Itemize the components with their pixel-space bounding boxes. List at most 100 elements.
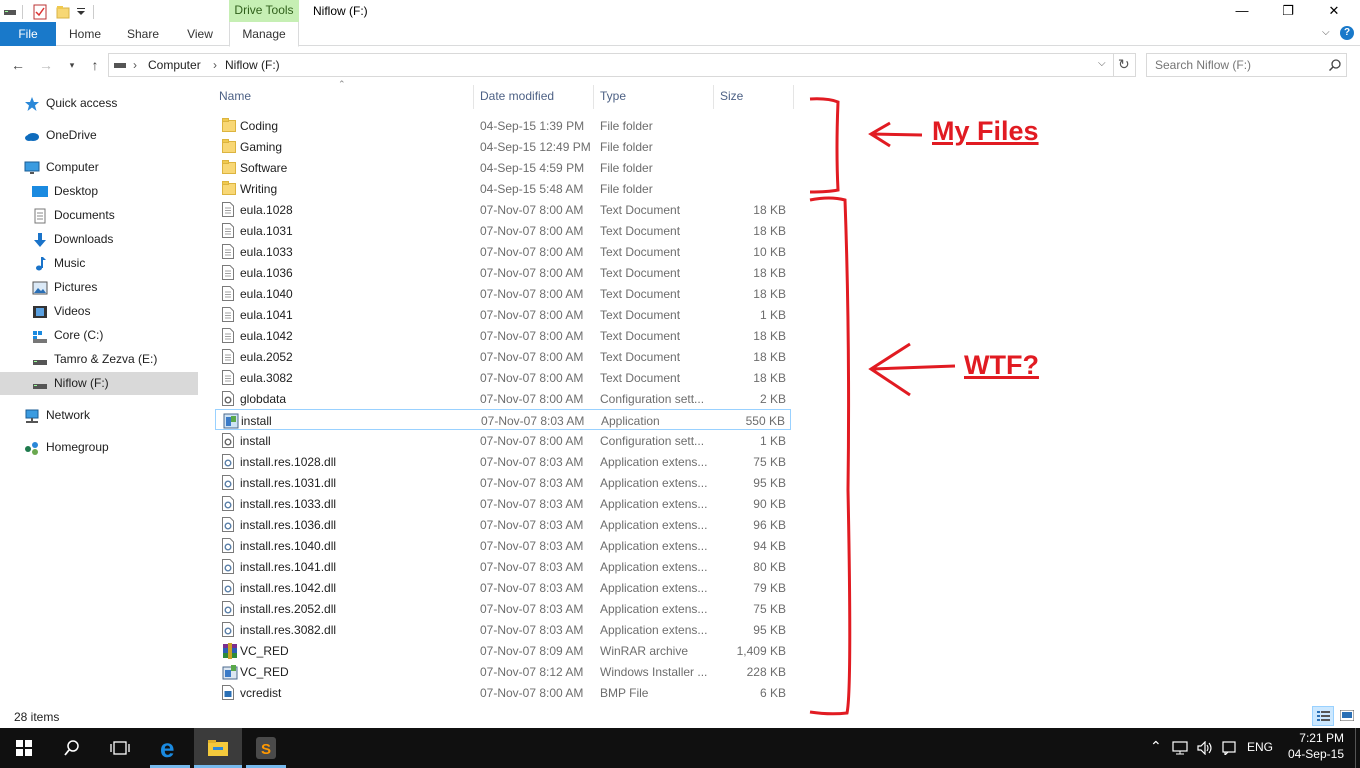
taskbar: e S ⌃ ENG 7:21 PM 04-Sep-15	[0, 728, 1360, 768]
nav-item-homegroup[interactable]: Homegroup	[24, 436, 109, 459]
nav-item-music[interactable]: Music	[32, 252, 85, 275]
recent-locations-button[interactable]: ▾	[62, 55, 82, 75]
ribbon-expand-chevron-icon[interactable]: ⌵	[1322, 27, 1330, 38]
search-button[interactable]	[48, 728, 96, 768]
file-row[interactable]: install.res.1040.dll 07-Nov-07 8:03 AM App…	[215, 535, 791, 556]
breadcrumb-niflow[interactable]: Niflow (F:)	[225, 58, 280, 72]
nav-item-computer[interactable]: Computer	[24, 156, 99, 179]
breadcrumb-separator-icon[interactable]: ›	[133, 58, 137, 72]
file-row[interactable]: Software 04-Sep-15 4:59 PM File folder	[215, 157, 791, 178]
file-row[interactable]: install.res.1033.dll 07-Nov-07 8:03 AM App…	[215, 493, 791, 514]
input-language[interactable]: ENG	[1247, 740, 1273, 754]
clock[interactable]: 7:21 PM 04-Sep-15	[1280, 731, 1344, 761]
column-header-name[interactable]: Name	[219, 89, 251, 105]
network-tray-icon[interactable]	[1172, 741, 1190, 755]
tab-manage[interactable]: Manage	[229, 22, 299, 47]
file-date-modified: 04-Sep-15 4:59 PM	[480, 161, 585, 175]
nav-item-core-c[interactable]: Core (C:)	[32, 324, 103, 347]
nav-item-quick-access[interactable]: Quick access	[24, 92, 117, 115]
file-row[interactable]: eula.1028 07-Nov-07 8:00 AM Text Document 1…	[215, 199, 791, 220]
show-desktop-button[interactable]	[1355, 728, 1360, 768]
search-icon[interactable]	[1329, 59, 1341, 71]
breadcrumb-separator-icon[interactable]: ›	[213, 58, 217, 72]
file-row[interactable]: eula.3082 07-Nov-07 8:00 AM Text Document 1…	[215, 367, 791, 388]
file-row[interactable]: globdata 07-Nov-07 8:00 AM Configuration s…	[215, 388, 791, 409]
forward-button[interactable]: →	[36, 55, 56, 75]
new-folder-icon[interactable]	[56, 3, 70, 21]
edge-taskbar-button[interactable]: e	[146, 728, 194, 768]
action-center-icon[interactable]	[1222, 741, 1236, 755]
nav-item-network[interactable]: Network	[24, 404, 90, 427]
nav-item-pictures[interactable]: Pictures	[32, 276, 97, 299]
file-row[interactable]: Writing 04-Sep-15 5:48 AM File folder	[215, 178, 791, 199]
file-row[interactable]: VC_RED 07-Nov-07 8:09 AM WinRAR archive 1,4…	[215, 640, 791, 661]
back-button[interactable]: ←	[8, 55, 28, 75]
start-button[interactable]	[0, 728, 48, 768]
file-row[interactable]: eula.1040 07-Nov-07 8:00 AM Text Document 1…	[215, 283, 791, 304]
file-row[interactable]: install 07-Nov-07 8:03 AM Application 550 K…	[215, 409, 791, 430]
task-view-button[interactable]	[96, 728, 144, 768]
file-row[interactable]: install.res.3082.dll 07-Nov-07 8:03 AM App…	[215, 619, 791, 640]
search-input[interactable]	[1155, 58, 1325, 72]
address-bar[interactable]: › Computer › Niflow (F:) ⌵ ↻	[108, 53, 1136, 77]
file-row[interactable]: VC_RED 07-Nov-07 8:12 AM Windows Installer…	[215, 661, 791, 682]
sublime-taskbar-button[interactable]: S	[242, 728, 290, 768]
minimize-button[interactable]: —	[1219, 0, 1265, 24]
address-dropdown-icon[interactable]: ⌵	[1098, 58, 1106, 69]
file-date-modified: 07-Nov-07 8:03 AM	[481, 414, 585, 428]
nav-item-tamro-zezva-e[interactable]: Tamro & Zezva (E:)	[32, 348, 157, 371]
file-row[interactable]: install.res.1031.dll 07-Nov-07 8:03 AM App…	[215, 472, 791, 493]
file-row[interactable]: eula.1042 07-Nov-07 8:00 AM Text Document 1…	[215, 325, 791, 346]
file-row[interactable]: install.res.1042.dll 07-Nov-07 8:03 AM App…	[215, 577, 791, 598]
volume-icon[interactable]	[1197, 741, 1215, 755]
column-header-date-modified[interactable]: Date modified	[480, 89, 554, 105]
large-icons-view-button[interactable]	[1337, 706, 1357, 726]
nav-item-desktop[interactable]: Desktop	[32, 180, 98, 203]
column-divider[interactable]	[593, 85, 594, 109]
details-view-button[interactable]	[1312, 706, 1334, 726]
file-row[interactable]: install.res.1036.dll 07-Nov-07 8:03 AM App…	[215, 514, 791, 535]
show-hidden-icons-chevron-icon[interactable]: ⌃	[1150, 738, 1162, 755]
nav-item-documents[interactable]: Documents	[32, 204, 115, 227]
file-row[interactable]: install 07-Nov-07 8:00 AM Configuration se…	[215, 430, 791, 451]
column-header-type[interactable]: Type	[600, 89, 626, 105]
file-row[interactable]: install.res.2052.dll 07-Nov-07 8:03 AM App…	[215, 598, 791, 619]
file-type: File folder	[600, 140, 653, 154]
file-row[interactable]: eula.1031 07-Nov-07 8:00 AM Text Document 1…	[215, 220, 791, 241]
file-size: 80 KB	[753, 560, 786, 574]
tab-home[interactable]: Home	[62, 22, 108, 46]
qat-dropdown-icon[interactable]	[76, 3, 86, 21]
file-size: 18 KB	[753, 203, 786, 217]
file-row[interactable]: install.res.1041.dll 07-Nov-07 8:03 AM App…	[215, 556, 791, 577]
tab-view[interactable]: View	[180, 22, 220, 46]
column-divider[interactable]	[793, 85, 794, 109]
tab-file[interactable]: File	[0, 22, 56, 46]
help-icon[interactable]: ?	[1340, 26, 1354, 40]
refresh-icon[interactable]: ↻	[1118, 56, 1130, 73]
breadcrumb-computer[interactable]: Computer	[148, 58, 201, 72]
nav-item-niflow-f[interactable]: Niflow (F:)	[0, 372, 198, 395]
column-header-size[interactable]: Size	[720, 89, 743, 105]
file-row[interactable]: eula.2052 07-Nov-07 8:00 AM Text Document 1…	[215, 346, 791, 367]
file-row[interactable]: Gaming 04-Sep-15 12:49 PM File folder	[215, 136, 791, 157]
file-row[interactable]: install.res.1028.dll 07-Nov-07 8:03 AM App…	[215, 451, 791, 472]
column-divider[interactable]	[473, 85, 474, 109]
file-type: Text Document	[600, 308, 681, 322]
column-divider[interactable]	[713, 85, 714, 109]
file-explorer-taskbar-button[interactable]	[194, 728, 242, 768]
nav-item-downloads[interactable]: Downloads	[32, 228, 113, 251]
file-row[interactable]: eula.1033 07-Nov-07 8:00 AM Text Document 1…	[215, 241, 791, 262]
nav-item-videos[interactable]: Videos	[32, 300, 90, 323]
nav-item-onedrive[interactable]: OneDrive	[24, 124, 97, 147]
close-button[interactable]: ✕	[1311, 0, 1357, 24]
tab-share[interactable]: Share	[122, 22, 164, 46]
properties-icon[interactable]	[33, 3, 47, 21]
up-button[interactable]: ↑	[85, 55, 105, 75]
file-row[interactable]: vcredist 07-Nov-07 8:00 AM BMP File 6 KB	[215, 682, 791, 703]
file-row[interactable]: eula.1041 07-Nov-07 8:00 AM Text Document 1…	[215, 304, 791, 325]
maximize-button[interactable]: ❐	[1265, 0, 1311, 24]
file-name: install.res.1040.dll	[240, 539, 337, 553]
file-row[interactable]: eula.1036 07-Nov-07 8:00 AM Text Document 1…	[215, 262, 791, 283]
file-row[interactable]: Coding 04-Sep-15 1:39 PM File folder	[215, 115, 791, 136]
file-size: 94 KB	[753, 539, 786, 553]
